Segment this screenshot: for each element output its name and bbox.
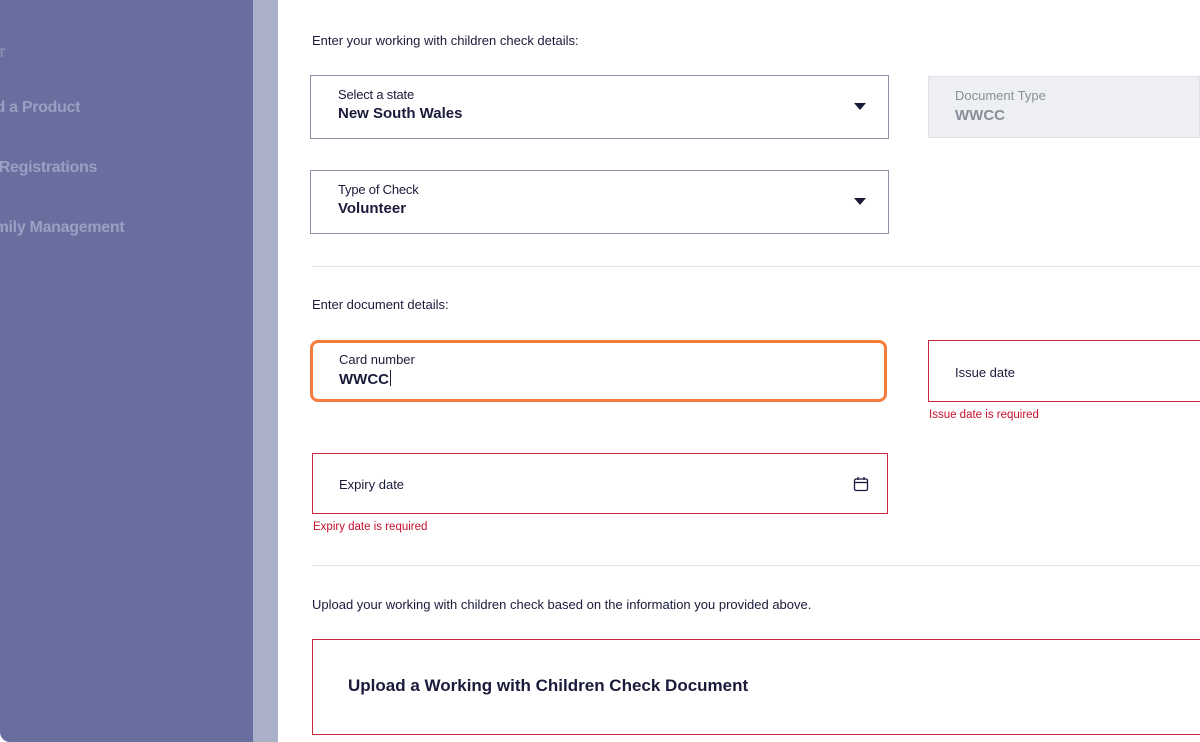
document-type-value: WWCC [955,107,1005,124]
card-number-label: Card number [339,352,415,367]
issue-date-label: Issue date [955,365,1015,380]
card-number-text: WWCC [339,371,389,388]
wwcc-intro-text: Enter your working with children check d… [312,33,579,48]
check-type-value: Volunteer [338,200,407,217]
sidebar: T nd a Product y Registrations amily Man… [0,0,253,742]
chevron-down-icon[interactable] [854,103,866,110]
issue-date-error: Issue date is required [929,409,1039,421]
card-number-field[interactable]: Card number WWCC [310,340,887,402]
main-content: Enter your working with children check d… [278,0,1200,742]
section-divider [312,266,1200,267]
calendar-icon[interactable] [853,476,869,492]
expiry-date-error: Expiry date is required [313,521,428,533]
sidebar-item-find-product[interactable]: nd a Product [0,99,80,117]
document-intro-text: Enter document details: [312,297,449,312]
document-type-label: Document Type [955,88,1046,103]
sidebar-gutter [253,0,278,742]
check-type-select[interactable]: Type of Check Volunteer [310,170,889,234]
text-cursor [389,370,391,386]
state-select-label: Select a state [338,87,414,102]
upload-document-title: Upload a Working with Children Check Doc… [348,676,749,695]
check-type-label: Type of Check [338,182,419,197]
upload-intro-text: Upload your working with children check … [312,597,812,612]
chevron-down-icon[interactable] [854,198,866,205]
state-select[interactable]: Select a state New South Wales [310,75,889,139]
issue-date-field[interactable]: Issue date [928,340,1200,402]
expiry-date-label: Expiry date [339,477,405,492]
sidebar-item-family-management[interactable]: amily Management [0,219,125,237]
card-number-value: WWCC [339,370,391,388]
sidebar-item-registrations[interactable]: y Registrations [0,159,97,177]
section-divider [312,565,1200,566]
document-type-field: Document Type WWCC [928,76,1200,138]
sidebar-header: T [0,46,7,60]
state-select-value: New South Wales [338,105,463,122]
upload-document-area[interactable]: Upload a Working with Children Check Doc… [312,639,1200,735]
expiry-date-field[interactable]: Expiry date [312,453,888,514]
